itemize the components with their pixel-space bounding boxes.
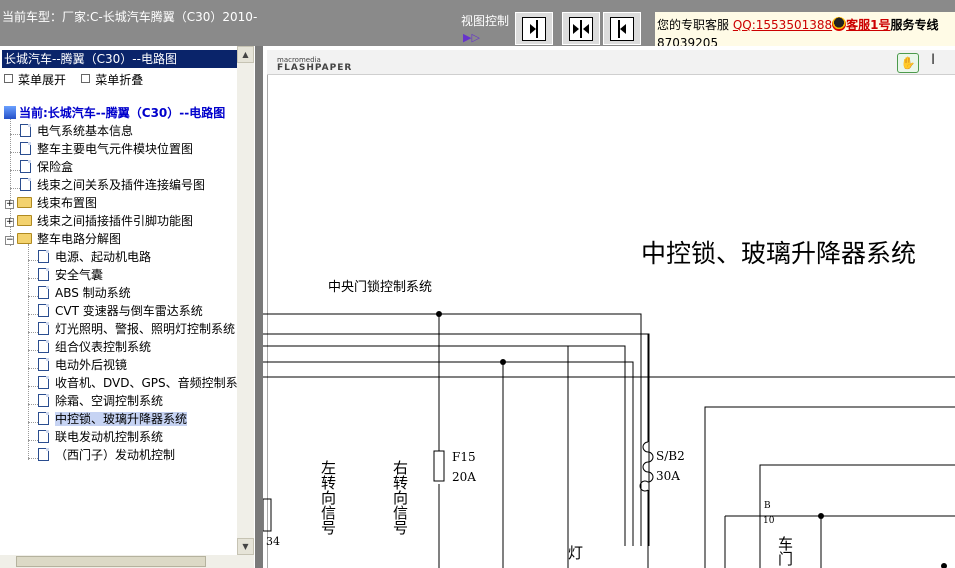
document-icon xyxy=(38,412,49,425)
document-icon xyxy=(20,124,31,137)
document-icon xyxy=(20,178,31,191)
tree-subitem[interactable]: 电动外后视镜 xyxy=(38,356,127,374)
tree-folder-pin-function[interactable]: + 线束之间插接插件引脚功能图 xyxy=(5,212,193,230)
document-icon xyxy=(38,322,49,335)
document-icon xyxy=(38,394,49,407)
tree-subitem[interactable]: （西门子）发动机控制 xyxy=(38,446,175,464)
fuse-label: F15 xyxy=(452,450,476,464)
view-split-button[interactable] xyxy=(562,12,600,45)
view-arrow-icon: ▶▷ xyxy=(463,31,480,44)
document-icon xyxy=(38,250,49,263)
document-icon xyxy=(38,340,49,353)
tree-root[interactable]: 当前:长城汽车--腾翼（C30）--电路图 xyxy=(4,104,225,122)
qq-link[interactable]: QQ:1553501388 xyxy=(733,18,832,32)
scroll-down-icon[interactable]: ▼ xyxy=(237,538,254,555)
tree-folder-harness-layout[interactable]: + 线束布置图 xyxy=(5,194,97,212)
tree-subitem[interactable]: 除霜、空调控制系统 xyxy=(38,392,163,410)
document-viewer: macromediaFLASHPAPER ✋ I ⋮ 中控锁、玻璃升降器系统 中… xyxy=(263,46,955,568)
expand-plus-icon[interactable]: + xyxy=(5,200,14,209)
tree-subitem[interactable]: CVT 变速器与倒车雷达系统 xyxy=(38,302,203,320)
tree-item-fuse-box[interactable]: 保险盒 xyxy=(20,158,73,176)
arrow-right-icon xyxy=(522,16,546,41)
panel-divider[interactable] xyxy=(255,46,263,568)
document-icon xyxy=(38,430,49,443)
menu-controls: 菜单展开 菜单折叠 xyxy=(4,71,143,88)
collapse-square-icon xyxy=(81,74,91,83)
document-icon xyxy=(38,376,49,389)
pin-10-label: 10 xyxy=(763,516,775,526)
arrow-left-icon xyxy=(610,16,634,41)
panel-title: 长城汽车--腾翼（C30）--电路图 xyxy=(2,50,237,68)
book-icon xyxy=(4,106,16,119)
flashpaper-toolbar: macromediaFLASHPAPER ✋ I ⋮ xyxy=(267,50,955,75)
navigation-panel: 长城汽车--腾翼（C30）--电路图 菜单展开 菜单折叠 当前:长城汽车--腾翼… xyxy=(0,46,255,568)
folder-open-icon xyxy=(17,233,32,244)
collapse-menu-button[interactable]: 菜单折叠 xyxy=(95,73,143,87)
tree-folder-circuit-breakdown[interactable]: − 整车电路分解图 xyxy=(5,230,121,248)
tree-item-module-location[interactable]: 整车主要电气元件模块位置图 xyxy=(20,140,193,158)
more-options-icon[interactable]: ⋮ xyxy=(949,52,955,68)
document-icon xyxy=(38,304,49,317)
subsystem-label: 中央门锁控制系统 xyxy=(328,279,432,295)
tree-subitem[interactable]: 安全气囊 xyxy=(38,266,103,284)
tree-subitem[interactable]: 电源、起动机电路 xyxy=(38,248,151,266)
tree-subitem[interactable]: ABS 制动系统 xyxy=(38,284,131,302)
service-prefix: 您的专职客服 xyxy=(657,18,730,32)
right-turn-signal-label: 右转向信号 xyxy=(391,460,409,536)
left-turn-signal-label: 左转向信号 xyxy=(319,460,337,536)
scroll-up-icon[interactable]: ▲ xyxy=(237,46,254,63)
document-icon xyxy=(20,142,31,155)
horizontal-scrollbar[interactable] xyxy=(0,555,237,568)
view-control-label: 视图控制 xyxy=(461,14,510,28)
folder-icon xyxy=(17,215,32,226)
document-icon xyxy=(38,286,49,299)
tree-subitem[interactable]: 灯光照明、警报、照明灯控制系统 xyxy=(38,320,235,338)
vertical-scrollbar[interactable]: ▲ ▼ xyxy=(237,46,254,568)
document-icon xyxy=(20,160,31,173)
expand-plus-icon[interactable]: + xyxy=(5,218,14,227)
breaker-label: S/B2 xyxy=(656,449,685,463)
document-icon xyxy=(38,268,49,281)
vehicle-door-label: 车门 xyxy=(776,536,794,567)
expand-menu-button[interactable]: 菜单展开 xyxy=(18,73,66,87)
folder-icon xyxy=(17,197,32,208)
flashpaper-logo: macromedia FLASHPAPER xyxy=(277,56,353,73)
tree-subitem-selected[interactable]: 中控锁、玻璃升降器系统 xyxy=(38,410,188,428)
text-select-icon[interactable]: I xyxy=(931,52,935,68)
horizontal-scroll-thumb[interactable] xyxy=(16,556,206,567)
tree-subitem[interactable]: 组合仪表控制系统 xyxy=(38,338,151,356)
lamp-label: 灯 xyxy=(568,544,583,562)
view-expand-right-button[interactable] xyxy=(515,12,553,45)
collapse-minus-icon[interactable]: − xyxy=(5,236,14,245)
pin-34-label: 34 xyxy=(266,535,280,548)
service-hotline-label: 服务专线 xyxy=(890,18,939,32)
diagram-title: 中控锁、玻璃升降器系统 xyxy=(641,239,916,268)
customer-service-box: 您的专职客服 QQ:1553501388 客服1号服务专线 87039205 xyxy=(655,12,955,50)
view-expand-left-button[interactable] xyxy=(603,12,641,45)
current-car-model: 当前车型：厂家:C-长城汽车腾翼（C30）2010- xyxy=(2,10,258,24)
tree-subitem[interactable]: 联电发动机控制系统 xyxy=(38,428,163,446)
top-bar: 当前车型：厂家:C-长城汽车腾翼（C30）2010- 视图控制 ▶▷ 您的专职客… xyxy=(0,0,955,50)
qq-penguin-icon[interactable] xyxy=(832,17,847,31)
tree-item-electrical-info[interactable]: 电气系统基本信息 xyxy=(20,122,133,140)
expand-square-icon xyxy=(4,74,13,83)
tree-item-harness-connection[interactable]: 线束之间关系及插件连接编号图 xyxy=(20,176,205,194)
service-agent-link[interactable]: 客服1号 xyxy=(846,18,890,32)
document-icon xyxy=(38,358,49,371)
breaker-rating: 30A xyxy=(656,469,680,483)
pin-b-label: B xyxy=(764,501,771,511)
fuse-rating: 20A xyxy=(452,470,476,484)
hand-tool-icon[interactable]: ✋ xyxy=(897,53,919,73)
wiring-diagram: 中控锁、玻璃升降器系统 中央门锁控制系统 F15 20A S/B2 30A 左转… xyxy=(263,239,955,568)
document-icon xyxy=(38,448,49,461)
split-arrows-icon xyxy=(569,16,593,41)
tree-subitem[interactable]: 收音机、DVD、GPS、音频控制系统 xyxy=(38,374,250,392)
